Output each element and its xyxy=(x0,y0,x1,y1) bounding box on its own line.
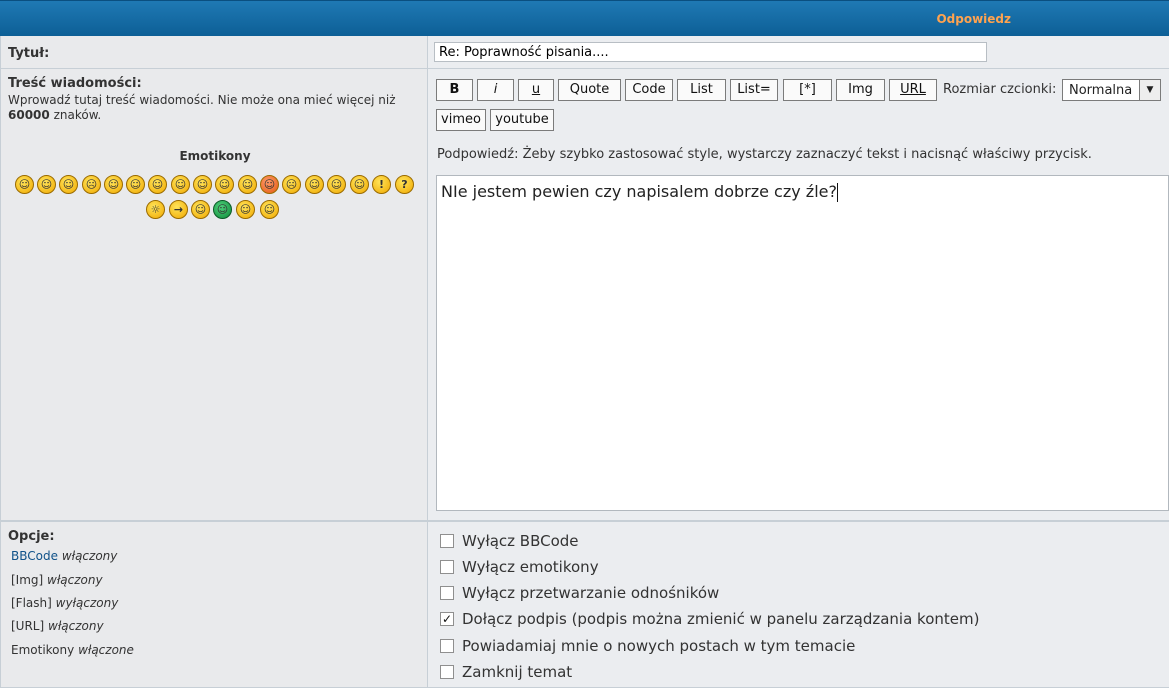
attach-signature-label: Dołącz podpis (podpis można zmienić w pa… xyxy=(462,610,980,628)
bbcode-state: włączony xyxy=(61,549,118,563)
text-cursor xyxy=(836,183,838,202)
message-label-cell: Treść wiadomości: Wprowadź tutaj treść w… xyxy=(0,69,428,520)
wink-icon[interactable]: ☺ xyxy=(59,175,78,194)
url-button[interactable]: URL xyxy=(889,79,937,101)
mad-icon[interactable]: ☺ xyxy=(215,175,234,194)
form-header: Odpowiedz xyxy=(0,0,1169,36)
subject-label-cell: Tytuł: xyxy=(0,36,428,68)
grin-icon[interactable]: ☺ xyxy=(37,175,56,194)
lock-topic-label: Zamknij temat xyxy=(462,663,573,681)
disable-links-checkbox[interactable] xyxy=(440,586,454,600)
img-status: [Img] włączony xyxy=(11,573,103,587)
font-size-label: Rozmiar czcionki: xyxy=(943,82,1057,97)
disable-emoticons-checkbox[interactable] xyxy=(440,560,454,574)
confused-icon[interactable]: ☺ xyxy=(148,175,167,194)
sad-icon[interactable]: ☹ xyxy=(82,175,101,194)
message-help-text: Wprowadź tutaj treść wiadomości. Nie moż… xyxy=(8,93,396,107)
notify-checkbox[interactable] xyxy=(440,639,454,653)
underline-button[interactable]: u xyxy=(518,79,554,101)
url-tag-label: [URL] xyxy=(11,619,45,633)
disable-bbcode-checkbox[interactable] xyxy=(440,534,454,548)
emoticons-title: Emotikony xyxy=(179,149,251,163)
form-title: Odpowiedz xyxy=(936,12,1011,26)
exclamation-icon[interactable]: ! xyxy=(372,175,391,194)
font-size-select[interactable]: Normalna ▼ xyxy=(1062,79,1161,101)
emoticons-state: włączone xyxy=(78,643,134,657)
disable-emoticons-label: Wyłącz emotikony xyxy=(462,558,599,576)
twisted-evil-icon[interactable]: ☺ xyxy=(327,175,346,194)
image-button[interactable]: Img xyxy=(836,79,885,101)
list-item-button[interactable]: [*] xyxy=(783,79,832,101)
neutral-icon[interactable]: ☺ xyxy=(191,200,210,219)
bbcode-link[interactable]: BBCode xyxy=(11,549,58,563)
message-help: Wprowadź tutaj treść wiadomości. Nie moż… xyxy=(8,93,423,123)
arrow-icon[interactable]: → xyxy=(169,200,188,219)
italic-button[interactable]: i xyxy=(477,79,514,101)
img-tag-label: [Img] xyxy=(11,573,44,587)
options-row: Opcje: xyxy=(0,521,1169,688)
options-label: Opcje: xyxy=(8,529,55,544)
code-button[interactable]: Code xyxy=(625,79,673,101)
disable-links-label: Wyłącz przetwarzanie odnośników xyxy=(462,584,720,602)
dropdown-arrow-icon[interactable]: ▼ xyxy=(1139,80,1160,100)
lock-topic-checkbox[interactable] xyxy=(440,665,454,679)
notify-label: Powiadamiaj mnie o nowych postach w tym … xyxy=(462,637,856,655)
toolbar-hint: Podpowiedź: Żeby szybko zastosować style… xyxy=(437,147,1092,162)
smile-icon[interactable]: ☺ xyxy=(15,175,34,194)
idea-icon[interactable]: ☼ xyxy=(146,200,165,219)
list-button[interactable]: List xyxy=(677,79,726,101)
razz-icon[interactable]: ☺ xyxy=(238,175,257,194)
disable-bbcode-label: Wyłącz BBCode xyxy=(462,532,579,550)
bold-button[interactable]: B xyxy=(436,79,473,101)
url-status: [URL] włączony xyxy=(11,619,104,633)
cool-icon[interactable]: ☺ xyxy=(171,175,190,194)
subject-input[interactable] xyxy=(434,42,987,62)
rolling-eyes-icon[interactable]: ☺ xyxy=(350,175,369,194)
shocked-icon[interactable]: ☺ xyxy=(126,175,145,194)
message-textarea[interactable]: NIe jestem pewien czy napisalem dobrze c… xyxy=(436,175,1169,511)
message-limit-suffix: znaków. xyxy=(53,108,102,122)
emoticons-status: Emotikony włączone xyxy=(11,643,134,657)
uber-geek-icon[interactable]: ☺ xyxy=(260,200,279,219)
message-text: NIe jestem pewien czy napisalem dobrze c… xyxy=(441,182,837,201)
bbcode-status: BBCode włączony xyxy=(11,549,117,563)
subject-label: Tytuł: xyxy=(8,46,50,61)
message-label: Treść wiadomości: xyxy=(8,76,142,91)
flash-tag-label: [Flash] xyxy=(11,596,52,610)
img-state: włączony xyxy=(47,573,103,587)
crying-icon[interactable]: ☹ xyxy=(282,175,301,194)
youtube-button[interactable]: youtube xyxy=(490,109,554,131)
embarrassed-icon[interactable]: ☺ xyxy=(260,175,279,194)
attach-signature-checkbox[interactable]: ✓ xyxy=(440,612,454,626)
quote-button[interactable]: Quote xyxy=(558,79,621,101)
message-limit: 60000 xyxy=(8,108,50,122)
url-state: włączony xyxy=(48,619,104,633)
mr-green-icon[interactable]: ☺ xyxy=(213,200,232,219)
flash-status: [Flash] wyłączony xyxy=(11,596,118,610)
evil-icon[interactable]: ☺ xyxy=(305,175,324,194)
surprised-icon[interactable]: ☺ xyxy=(104,175,123,194)
geek-icon[interactable]: ☺ xyxy=(236,200,255,219)
vimeo-button[interactable]: vimeo xyxy=(436,109,486,131)
emoticons-label: Emotikony xyxy=(11,643,75,657)
ordered-list-button[interactable]: List= xyxy=(730,79,778,101)
question-icon[interactable]: ? xyxy=(395,175,414,194)
flash-state: wyłączony xyxy=(55,596,119,610)
laughing-icon[interactable]: ☺ xyxy=(193,175,212,194)
font-size-value: Normalna xyxy=(1069,83,1133,98)
